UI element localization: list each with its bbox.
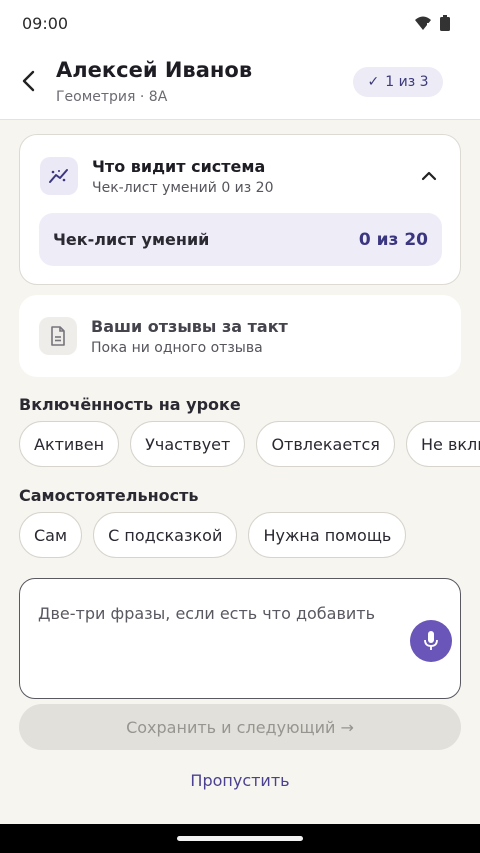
checklist-value: 0 из 20 (358, 229, 428, 250)
note-placeholder: Две-три фразы, если есть что добавить (38, 604, 376, 623)
chip-independence-hint[interactable]: С подсказкой (93, 512, 238, 558)
progress-label: 1 из 3 (385, 74, 429, 90)
status-bar: 09:00 (0, 0, 480, 46)
battery-icon (440, 15, 450, 31)
skip-link[interactable]: Пропустить (0, 771, 480, 790)
check-icon: ✓ (367, 74, 380, 90)
engagement-title: Включённость на уроке (19, 395, 241, 414)
system-insight-card[interactable]: Что видит система Чек-лист умений 0 из 2… (19, 134, 461, 285)
app-header: Алексей Иванов Геометрия · 8А ✓ 1 из 3 (0, 46, 480, 120)
back-button[interactable] (12, 64, 46, 98)
chip-independence-self[interactable]: Сам (19, 512, 83, 558)
chip-independence-help[interactable]: Нужна помощь (248, 512, 407, 558)
chip-engagement-active[interactable]: Активен (19, 421, 120, 467)
chip-engagement-distracted[interactable]: Отвлекается (256, 421, 395, 467)
feedback-card-subtitle: Пока ни одного отзыва (91, 340, 263, 356)
skills-checklist-row: Чек-лист умений 0 из 20 (39, 213, 442, 266)
system-card-subtitle: Чек-лист умений 0 из 20 (92, 180, 274, 196)
engagement-chips: Активен Участвует Отвлекается Не вклю (19, 421, 480, 469)
chip-engagement-not-involved[interactable]: Не вклю (406, 421, 480, 467)
trend-icon (40, 157, 78, 195)
status-icons (414, 15, 450, 31)
home-handle[interactable] (177, 836, 303, 841)
progress-badge: ✓ 1 из 3 (353, 67, 443, 97)
independence-title: Самостоятельность (19, 486, 199, 505)
system-nav-bar (0, 824, 480, 853)
chevron-up-icon[interactable] (418, 165, 440, 187)
status-time: 09:00 (22, 13, 69, 33)
microphone-icon (424, 631, 438, 650)
microphone-button[interactable] (410, 620, 452, 662)
note-input[interactable]: Две-три фразы, если есть что добавить (19, 578, 461, 699)
save-next-button[interactable]: Сохранить и следующий → (19, 704, 461, 750)
arrow-left-icon (22, 70, 35, 92)
page-subtitle: Геометрия · 8А (56, 89, 168, 105)
checklist-label: Чек-лист умений (53, 230, 210, 249)
independence-chips: Сам С подсказкой Нужна помощь (19, 512, 480, 560)
document-icon (39, 317, 77, 355)
feedback-card-title: Ваши отзывы за такт (91, 317, 288, 336)
system-card-title: Что видит система (92, 157, 266, 176)
chip-engagement-participates[interactable]: Участвует (130, 421, 246, 467)
feedback-card: Ваши отзывы за такт Пока ни одного отзыв… (19, 295, 461, 377)
wifi-icon (415, 16, 431, 30)
page-title: Алексей Иванов (56, 58, 253, 82)
